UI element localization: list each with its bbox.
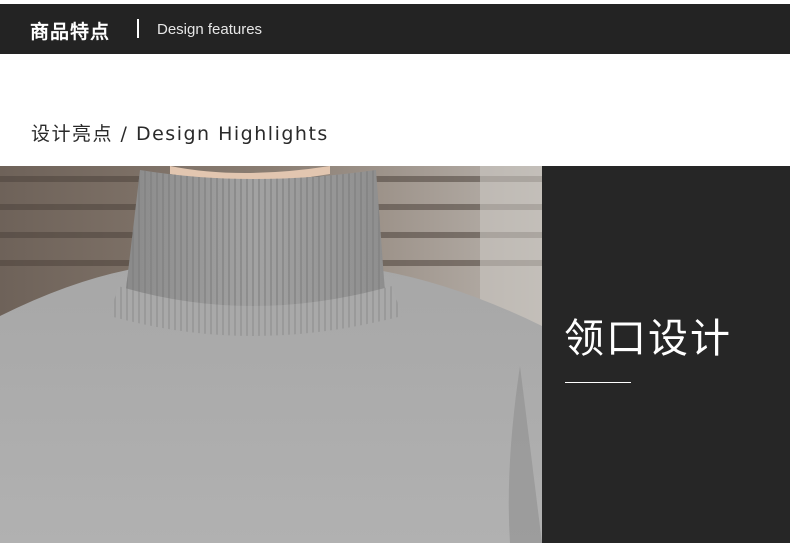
header-title-en: Design features [157, 21, 263, 38]
bottom-strip [0, 543, 790, 549]
feature-panel: 领口设计 [542, 166, 790, 543]
turtleneck-collar-photo [0, 166, 542, 543]
feature-underline [565, 382, 631, 383]
section-subtitle: 设计亮点 / Design Highlights [31, 123, 329, 145]
header-title-cn: 商品特点 [30, 21, 111, 43]
feature-title: 领口设计 [564, 316, 732, 362]
header-divider [137, 19, 139, 38]
header-bar: 商品特点 Design features [0, 4, 790, 54]
